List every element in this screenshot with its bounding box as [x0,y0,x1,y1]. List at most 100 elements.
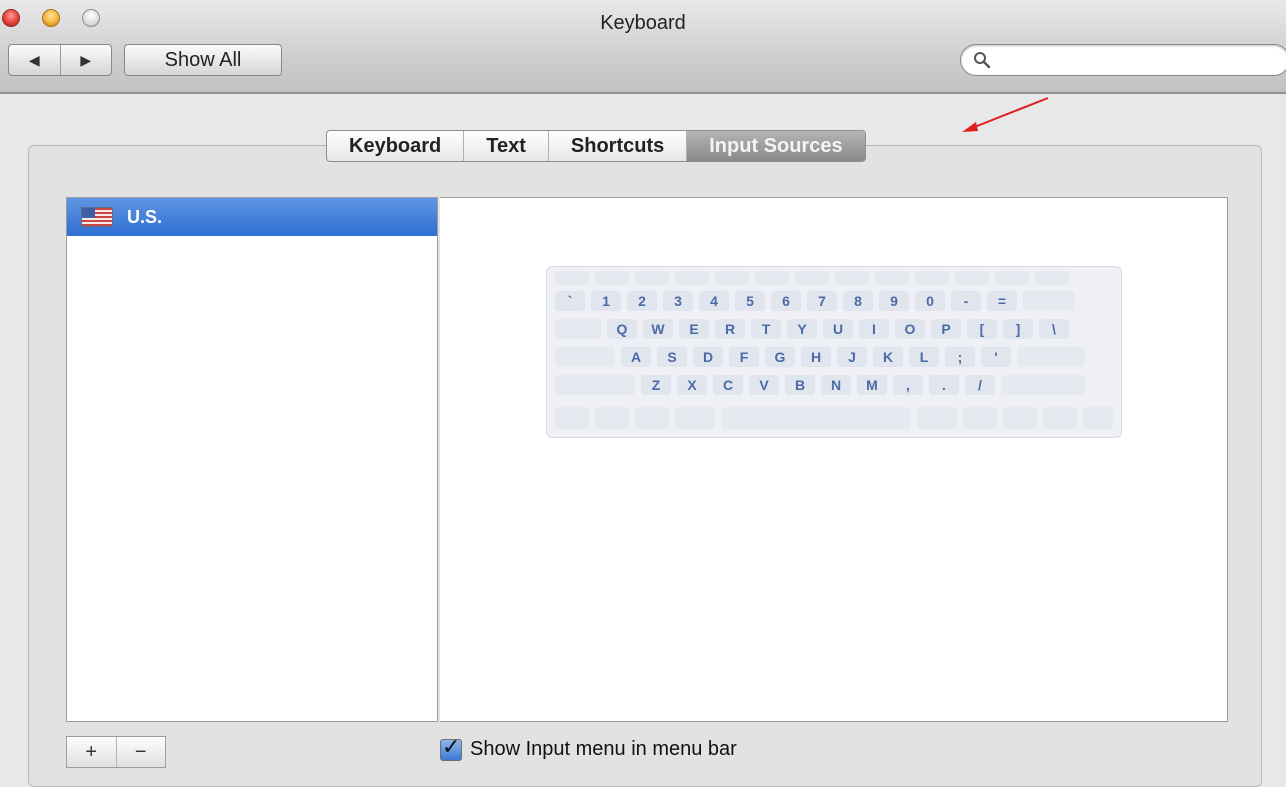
tab-keyboard[interactable]: Keyboard [327,131,463,161]
search-field[interactable] [960,44,1286,76]
key: S [657,347,687,367]
key-blank [595,407,629,429]
key: B [785,375,815,395]
key: Y [787,319,817,339]
key: 0 [915,291,945,311]
key-blank [915,271,949,285]
key: P [931,319,961,339]
key: U [823,319,853,339]
key-blank [555,271,589,285]
key: ' [981,347,1011,367]
key-blank [917,407,957,429]
key-blank [635,407,669,429]
key: I [859,319,889,339]
key-blank [875,271,909,285]
window-titlebar: Keyboard ◀ ▶ Show All [0,0,1286,94]
key-blank [755,271,789,285]
input-source-label: U.S. [127,206,163,227]
tab-text[interactable]: Text [463,131,548,161]
keyboard-bottom-row: Z X C V B N M , . / [555,375,1113,395]
key-blank [555,407,589,429]
key: E [679,319,709,339]
show-input-menu-row[interactable]: ✓ Show Input menu in menu bar [440,734,737,761]
show-input-menu-label: Show Input menu in menu bar [470,738,737,760]
checkmark-icon: ✓ [442,733,461,759]
forward-button[interactable]: ▶ [59,45,112,75]
key: A [621,347,651,367]
input-source-list[interactable]: U.S. [66,197,438,722]
key-blank [675,271,709,285]
back-forward-group: ◀ ▶ [8,44,112,76]
key: ` [555,291,585,311]
key: V [749,375,779,395]
key: D [693,347,723,367]
key: 7 [807,291,837,311]
keyboard-number-row: ` 1 2 3 4 5 6 7 8 9 0 - = [555,291,1113,311]
tab-shortcuts[interactable]: Shortcuts [547,131,686,161]
key-spacebar-blank [721,407,911,429]
key-blank [955,271,989,285]
key-blank [1035,271,1069,285]
key: \ [1039,319,1069,339]
list-item-us[interactable]: U.S. [67,198,437,236]
key: 9 [879,291,909,311]
keyboard-home-row: A S D F G H J K L ; ' [555,347,1113,367]
key: G [765,347,795,367]
key: [ [967,319,997,339]
key-blank [1043,407,1077,429]
key: . [929,375,959,395]
key: N [821,375,851,395]
key: 3 [663,291,693,311]
key: H [801,347,831,367]
key-blank [675,407,715,429]
key: W [643,319,673,339]
annotation-arrow-icon [962,97,1049,132]
key: F [729,347,759,367]
key-blank [715,271,749,285]
key-blank [555,319,601,339]
key: - [951,291,981,311]
key: O [895,319,925,339]
forward-arrow-icon: ▶ [80,51,92,68]
keyboard-function-row [555,271,1113,285]
key: T [751,319,781,339]
key: Q [607,319,637,339]
key: M [857,375,887,395]
key-blank [555,375,635,395]
key-blank [835,271,869,285]
us-flag-icon [81,207,113,227]
back-button[interactable]: ◀ [9,45,60,75]
key: C [713,375,743,395]
key: = [987,291,1017,311]
key: 4 [699,291,729,311]
tab-input-sources[interactable]: Input Sources [686,131,865,161]
search-icon [974,52,991,69]
key: / [965,375,995,395]
search-input[interactable] [999,49,1263,73]
key: L [909,347,939,367]
key: Z [641,375,671,395]
key-blank [795,271,829,285]
keyboard-layout-preview: ` 1 2 3 4 5 6 7 8 9 0 - = Q W E R T Y U … [546,266,1122,438]
key: ; [945,347,975,367]
key-blank [635,271,669,285]
key: K [873,347,903,367]
key-blank [1083,407,1113,429]
key: , [893,375,923,395]
key: ] [1003,319,1033,339]
add-remove-group: + − [66,736,166,768]
show-all-button[interactable]: Show All [124,44,282,76]
tab-bar: Keyboard Text Shortcuts Input Sources [326,130,866,162]
key-blank [995,271,1029,285]
key-blank [1001,375,1085,395]
key: 8 [843,291,873,311]
key-blank [1017,347,1085,367]
key: 2 [627,291,657,311]
back-arrow-icon: ◀ [28,51,40,68]
key-blank [963,407,997,429]
show-input-menu-checkbox[interactable]: ✓ [440,734,462,761]
key: 1 [591,291,621,311]
window-title: Keyboard [600,12,686,34]
key: 6 [771,291,801,311]
key-blank [1003,407,1037,429]
